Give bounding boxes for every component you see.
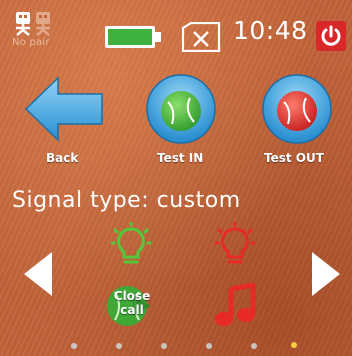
back-arrow-icon — [24, 76, 103, 142]
test-in-ball-icon — [146, 74, 216, 144]
pair-icon-disconnected — [36, 12, 50, 36]
music-note-icon — [215, 283, 256, 326]
back-button[interactable]: Back — [22, 74, 112, 170]
test-out-button[interactable]: Test OUT — [258, 74, 352, 170]
close-call-label: Close call — [113, 289, 151, 317]
pair-status-label: No pair — [12, 37, 50, 48]
clock: 10:48 — [233, 16, 308, 45]
previous-signal-button[interactable] — [20, 250, 56, 298]
page-dot-5[interactable] — [251, 343, 257, 349]
test-in-button[interactable]: Test IN — [143, 74, 227, 170]
power-icon — [321, 25, 341, 46]
sd-card-icon — [181, 22, 221, 52]
arrow-right-icon — [312, 252, 340, 296]
signal-type-label: Signal type: custom — [12, 188, 241, 213]
light-out-icon — [215, 222, 255, 264]
status-bar: No pair 10:48 — [0, 0, 352, 56]
page-dot-6-active[interactable] — [291, 342, 297, 348]
pair-icon — [16, 12, 30, 36]
page-dot-4[interactable] — [206, 343, 212, 349]
page-dot-1[interactable] — [71, 343, 77, 349]
light-in-icon — [111, 222, 151, 264]
battery-icon — [105, 26, 161, 48]
test-out-ball-icon — [262, 74, 332, 144]
back-label: Back — [46, 151, 79, 165]
page-dot-3[interactable] — [161, 343, 167, 349]
test-in-label: Test IN — [157, 151, 204, 165]
power-button[interactable] — [316, 21, 346, 51]
page-dot-2[interactable] — [116, 343, 122, 349]
next-signal-button[interactable] — [308, 250, 344, 298]
arrow-left-icon — [24, 252, 52, 296]
test-out-label: Test OUT — [264, 151, 324, 165]
